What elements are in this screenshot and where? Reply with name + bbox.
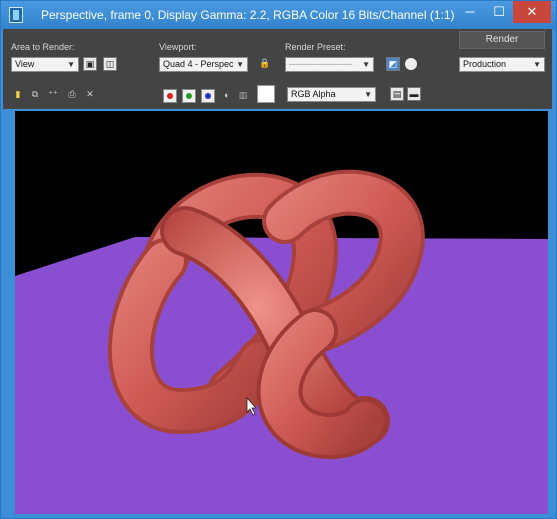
render-preset-dropdown[interactable]: --------------------- ▼	[285, 57, 374, 72]
render-button[interactable]: Render	[459, 31, 545, 49]
render-frame-window: Perspective, frame 0, Display Gamma: 2.2…	[0, 0, 557, 519]
blue-channel-toggle[interactable]	[201, 89, 215, 103]
toggle-ui-overlays-icon[interactable]: ▤	[390, 87, 404, 101]
green-channel-toggle[interactable]	[182, 89, 196, 103]
channel-display-value: RGB Alpha	[291, 89, 336, 99]
close-button[interactable]: ✕	[513, 1, 551, 23]
render-viewport[interactable]	[15, 111, 548, 514]
viewport-label: Viewport:	[159, 42, 197, 52]
save-image-icon[interactable]: ▮	[11, 88, 25, 102]
monochrome-icon[interactable]: ▥	[236, 89, 250, 103]
area-to-render-label: Area to Render:	[11, 42, 75, 52]
red-channel-toggle[interactable]	[163, 89, 177, 103]
title-bar[interactable]: Perspective, frame 0, Display Gamma: 2.2…	[1, 1, 556, 29]
app-icon	[9, 7, 23, 23]
chevron-down-icon: ▼	[67, 60, 75, 69]
edit-region-icon[interactable]: ▣	[83, 57, 97, 71]
clear-icon[interactable]: ✕	[83, 88, 97, 102]
viewport-dropdown[interactable]: Quad 4 - Perspec ▼	[159, 57, 248, 72]
chevron-down-icon: ▼	[362, 60, 370, 69]
toggle-ui-icon[interactable]: ▬	[407, 87, 421, 101]
rendered-scene	[15, 169, 548, 514]
viewport-value: Quad 4 - Perspec	[163, 59, 234, 69]
channel-display-dropdown[interactable]: RGB Alpha ▼	[287, 87, 376, 102]
environment-icon[interactable]	[404, 57, 418, 71]
area-to-render-value: View	[15, 59, 35, 69]
copy-image-icon[interactable]: ⧉	[28, 88, 42, 102]
alpha-half-icon[interactable]: ◖	[219, 89, 233, 103]
chevron-down-icon: ▼	[236, 60, 244, 69]
print-image-icon[interactable]: ⎙	[65, 88, 79, 102]
render-mode-value: Production	[463, 59, 507, 69]
render-toolbar: Area to Render: Viewport: Render Preset:…	[3, 29, 552, 109]
auto-region-icon[interactable]: ◫	[103, 57, 117, 71]
chevron-down-icon: ▼	[364, 90, 372, 99]
maximize-button[interactable]: ☐	[485, 1, 513, 23]
render-setup-icon[interactable]: ◩	[386, 57, 400, 71]
minimize-button[interactable]: ─	[455, 1, 485, 23]
render-preset-value: ---------------------	[289, 59, 352, 69]
render-preset-label: Render Preset:	[285, 42, 346, 52]
lock-icon[interactable]: 🔒	[258, 57, 272, 71]
red-channel-icon	[167, 93, 173, 99]
window-title: Perspective, frame 0, Display Gamma: 2.2…	[41, 8, 455, 22]
chevron-down-icon: ▼	[533, 60, 541, 69]
blue-channel-icon	[205, 93, 211, 99]
color-swatch[interactable]	[257, 85, 275, 103]
green-channel-icon	[186, 93, 192, 99]
render-mode-dropdown[interactable]: Production ▼	[459, 57, 545, 72]
clone-frame-icon[interactable]: ⁺⁺	[46, 88, 60, 102]
area-to-render-dropdown[interactable]: View ▼	[11, 57, 79, 72]
